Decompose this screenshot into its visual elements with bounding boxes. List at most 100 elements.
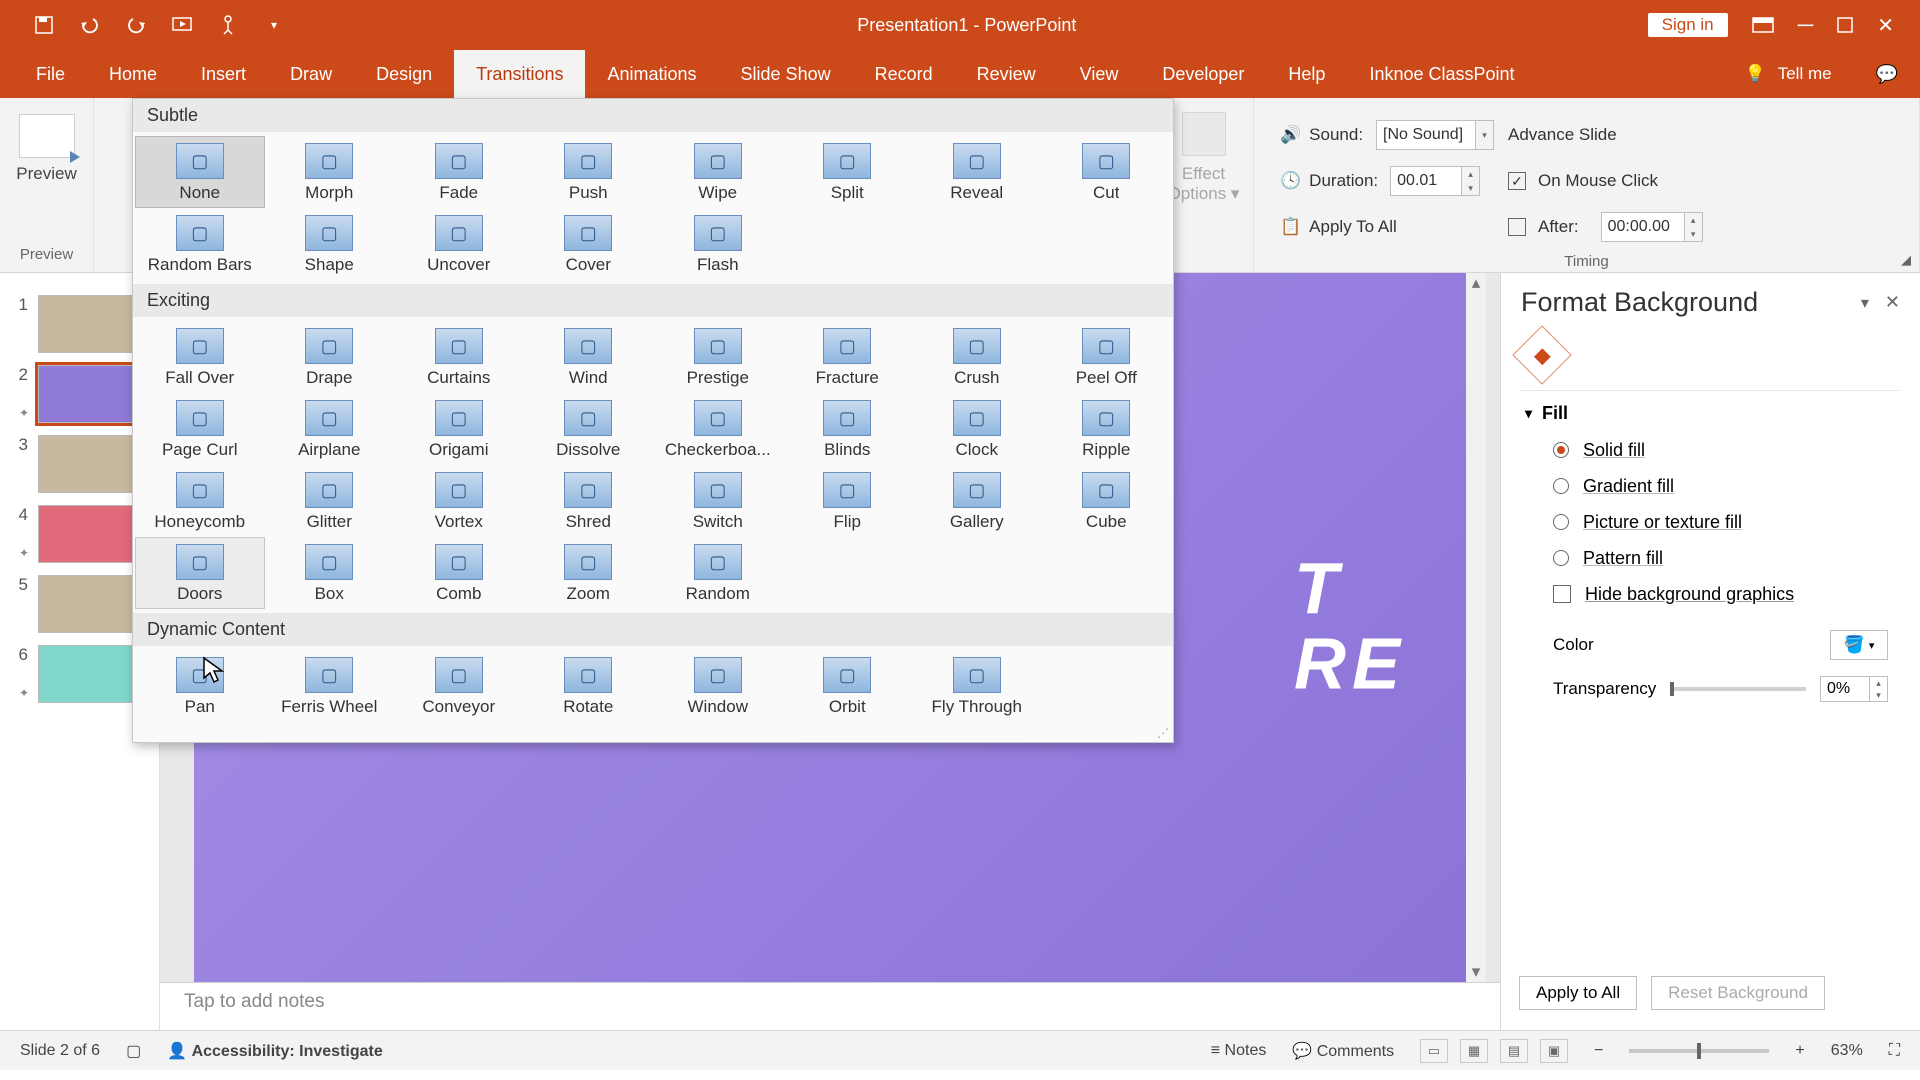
transition-pan[interactable]: ▢Pan <box>135 650 265 722</box>
transition-curtains[interactable]: ▢Curtains <box>394 321 524 393</box>
duration-spinner[interactable]: ▴▾ <box>1462 166 1480 196</box>
pane-close-icon[interactable]: ✕ <box>1885 292 1900 313</box>
comments-pane-icon[interactable]: 💬 <box>1854 50 1920 98</box>
transition-clock[interactable]: ▢Clock <box>912 393 1042 465</box>
tab-draw[interactable]: Draw <box>268 50 354 98</box>
gallery-resize-handle[interactable]: ⋰ <box>133 726 1173 742</box>
transition-airplane[interactable]: ▢Airplane <box>265 393 395 465</box>
tab-help[interactable]: Help <box>1266 50 1347 98</box>
save-icon[interactable] <box>32 13 56 37</box>
transition-page-curl[interactable]: ▢Page Curl <box>135 393 265 465</box>
transparency-spinner[interactable]: ▴▾ <box>1870 676 1888 702</box>
after-time-spinner[interactable]: ▴▾ <box>1685 212 1703 242</box>
close-icon[interactable]: ✕ <box>1877 13 1894 38</box>
timing-dialog-launcher-icon[interactable]: ◢ <box>1901 252 1911 268</box>
on-mouse-click-checkbox[interactable]: ✓ <box>1508 172 1526 190</box>
transition-cube[interactable]: ▢Cube <box>1042 465 1172 537</box>
transition-switch[interactable]: ▢Switch <box>653 465 783 537</box>
tab-design[interactable]: Design <box>354 50 454 98</box>
apply-to-all-button[interactable]: Apply to All <box>1519 976 1637 1010</box>
sound-select[interactable]: [No Sound] <box>1376 120 1476 150</box>
transition-flash[interactable]: ▢Flash <box>653 208 783 280</box>
fill-option-pattern-fill[interactable]: Pattern fill <box>1553 540 1896 576</box>
transition-orbit[interactable]: ▢Orbit <box>783 650 913 722</box>
tab-file[interactable]: File <box>14 50 87 98</box>
transition-cut[interactable]: ▢Cut <box>1042 136 1172 208</box>
fill-option-picture-or-texture-fill[interactable]: Picture or texture fill <box>1553 504 1896 540</box>
start-slideshow-icon[interactable] <box>170 13 194 37</box>
notes-toggle[interactable]: ≡ Notes <box>1211 1042 1267 1060</box>
ribbon-display-icon[interactable] <box>1752 17 1774 33</box>
transition-doors[interactable]: ▢Doors <box>135 537 265 609</box>
minimize-icon[interactable]: ─ <box>1798 12 1814 38</box>
transitions-gallery[interactable]: Subtle▢None▢Morph▢Fade▢Push▢Wipe▢Split▢R… <box>132 98 1174 743</box>
tell-me-search[interactable]: 💡Tell me <box>1723 50 1854 98</box>
transition-random[interactable]: ▢Random <box>653 537 783 609</box>
slide-counter[interactable]: Slide 2 of 6 <box>20 1042 100 1060</box>
transition-random-bars[interactable]: ▢Random Bars <box>135 208 265 280</box>
touch-mode-icon[interactable] <box>216 13 240 37</box>
after-time-input[interactable]: 00:00.00 <box>1601 212 1685 242</box>
transition-morph[interactable]: ▢Morph <box>265 136 395 208</box>
section-icon[interactable]: ▢ <box>126 1041 141 1061</box>
transition-zoom[interactable]: ▢Zoom <box>524 537 654 609</box>
effect-options-icon[interactable] <box>1182 112 1226 156</box>
comments-toggle[interactable]: 💬 Comments <box>1292 1041 1394 1061</box>
transition-dissolve[interactable]: ▢Dissolve <box>524 393 654 465</box>
reading-view-icon[interactable]: ▤ <box>1500 1039 1528 1063</box>
tab-developer[interactable]: Developer <box>1140 50 1266 98</box>
sound-dropdown-icon[interactable]: ▾ <box>1476 120 1494 150</box>
fill-option-solid-fill[interactable]: Solid fill <box>1553 432 1896 468</box>
zoom-level[interactable]: 63% <box>1831 1042 1863 1060</box>
scroll-down-icon[interactable]: ▾ <box>1466 962 1486 982</box>
transition-split[interactable]: ▢Split <box>783 136 913 208</box>
sorter-view-icon[interactable]: ▦ <box>1460 1039 1488 1063</box>
transition-wipe[interactable]: ▢Wipe <box>653 136 783 208</box>
transition-conveyor[interactable]: ▢Conveyor <box>394 650 524 722</box>
transition-cover[interactable]: ▢Cover <box>524 208 654 280</box>
tab-animations[interactable]: Animations <box>585 50 718 98</box>
tab-record[interactable]: Record <box>853 50 955 98</box>
zoom-slider[interactable] <box>1629 1049 1769 1053</box>
fill-option-gradient-fill[interactable]: Gradient fill <box>1553 468 1896 504</box>
transition-crush[interactable]: ▢Crush <box>912 321 1042 393</box>
transition-box[interactable]: ▢Box <box>265 537 395 609</box>
transition-rotate[interactable]: ▢Rotate <box>524 650 654 722</box>
tab-review[interactable]: Review <box>955 50 1058 98</box>
normal-view-icon[interactable]: ▭ <box>1420 1039 1448 1063</box>
slideshow-view-icon[interactable]: ▣ <box>1540 1039 1568 1063</box>
duration-input[interactable]: 00.01 <box>1390 166 1462 196</box>
after-checkbox[interactable] <box>1508 218 1526 236</box>
canvas-scrollbar[interactable]: ▴ ▾ <box>1466 273 1486 982</box>
transition-fly-through[interactable]: ▢Fly Through <box>912 650 1042 722</box>
transition-drape[interactable]: ▢Drape <box>265 321 395 393</box>
transition-shape[interactable]: ▢Shape <box>265 208 395 280</box>
apply-to-all-button[interactable]: 📋 Apply To All <box>1280 217 1397 237</box>
tab-transitions[interactable]: Transitions <box>454 50 585 98</box>
transition-checkerboa-[interactable]: ▢Checkerboa... <box>653 393 783 465</box>
sign-in-button[interactable]: Sign in <box>1648 13 1728 37</box>
reset-background-button[interactable]: Reset Background <box>1651 976 1825 1010</box>
notes-pane[interactable]: Tap to add notes <box>160 982 1500 1030</box>
preview-icon[interactable] <box>19 114 75 158</box>
transparency-input[interactable]: 0% <box>1820 676 1870 702</box>
transition-glitter[interactable]: ▢Glitter <box>265 465 395 537</box>
transparency-slider[interactable] <box>1670 687 1806 691</box>
transition-uncover[interactable]: ▢Uncover <box>394 208 524 280</box>
transition-prestige[interactable]: ▢Prestige <box>653 321 783 393</box>
transition-fracture[interactable]: ▢Fracture <box>783 321 913 393</box>
transition-peel-off[interactable]: ▢Peel Off <box>1042 321 1172 393</box>
transition-fall-over[interactable]: ▢Fall Over <box>135 321 265 393</box>
tab-home[interactable]: Home <box>87 50 179 98</box>
transition-flip[interactable]: ▢Flip <box>783 465 913 537</box>
transition-window[interactable]: ▢Window <box>653 650 783 722</box>
transition-push[interactable]: ▢Push <box>524 136 654 208</box>
transition-none[interactable]: ▢None <box>135 136 265 208</box>
redo-icon[interactable] <box>124 13 148 37</box>
transition-gallery[interactable]: ▢Gallery <box>912 465 1042 537</box>
customize-qat-icon[interactable]: ▾ <box>262 13 286 37</box>
transition-comb[interactable]: ▢Comb <box>394 537 524 609</box>
transition-wind[interactable]: ▢Wind <box>524 321 654 393</box>
tab-slide-show[interactable]: Slide Show <box>719 50 853 98</box>
undo-icon[interactable] <box>78 13 102 37</box>
